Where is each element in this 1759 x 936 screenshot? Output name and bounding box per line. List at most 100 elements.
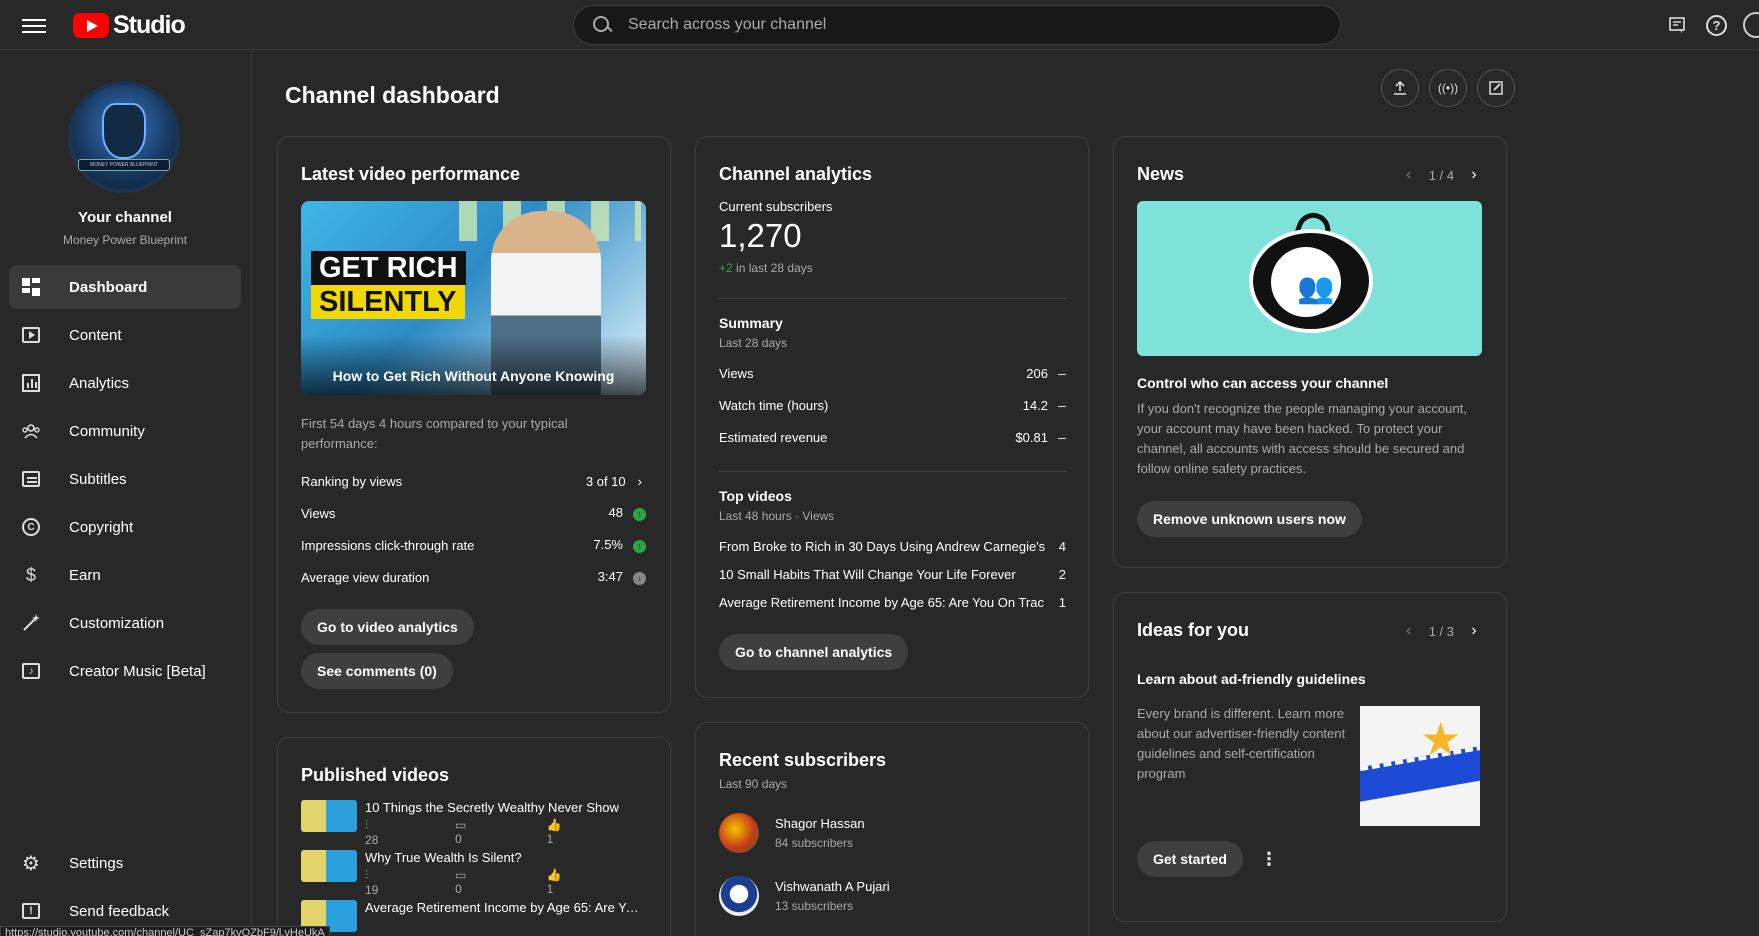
subscriber-row[interactable]: Shagor Hassan 84 subscribers (719, 813, 1019, 855)
avatar-banner: MONEY POWER BLUEPRINT (78, 159, 170, 171)
subscriber-count: 13 subscribers (775, 899, 854, 913)
summary-period: Last 28 days (719, 336, 788, 350)
sidebar-item-analytics[interactable]: Analytics (9, 361, 241, 405)
metric-value-wrap: 48 ↑ (609, 505, 646, 521)
search-input[interactable] (628, 16, 1340, 34)
sidebar-item-label: Settings (69, 854, 124, 872)
summary-label: Views (719, 365, 754, 381)
browser-status-bar: https://studio.youtube.com/channel/UC_sZ… (0, 926, 330, 936)
video-title: Average Retirement Income by Age 65: Are… (365, 900, 645, 915)
top-videos-period: Last 48 hours · Views (719, 509, 835, 523)
channel-name: Money Power Blueprint (62, 233, 188, 247)
chevron-left-icon[interactable]: ‹ (1399, 622, 1419, 640)
go-to-channel-analytics-button[interactable]: Go to channel analytics (719, 634, 909, 670)
likes-stat: 👍 1 (547, 868, 613, 897)
remove-unknown-users-button[interactable]: Remove unknown users now (1137, 501, 1362, 537)
metric-value: 7.5% (593, 537, 623, 553)
sidebar-item-label: Content (69, 326, 122, 344)
content-icon (21, 325, 41, 345)
subscriber-row[interactable]: Vishwanath A Pujari 13 subscribers (719, 876, 1019, 918)
summary-value: 206 (1026, 365, 1048, 381)
metric-row-ranking[interactable]: Ranking by views 3 of 10 › (301, 471, 646, 491)
upload-button[interactable] (1381, 69, 1419, 107)
ideas-pager: ‹ 1 / 3 › (1399, 622, 1484, 640)
summary-row-revenue: Estimated revenue $0.81 (719, 427, 1066, 447)
top-video-row[interactable]: Average Retirement Income by Age 65: Are… (719, 592, 1066, 612)
published-video-row[interactable]: 10 Things the Secretly Wealthy Never Sho… (301, 800, 641, 847)
top-icons: ? (1648, 12, 1759, 38)
chevron-left-icon[interactable]: ‹ (1399, 166, 1419, 184)
top-video-row[interactable]: 10 Small Habits That Will Change Your Li… (719, 564, 1066, 584)
published-video-row[interactable]: Average Retirement Income by Age 65: Are… (301, 900, 645, 936)
sidebar-item-settings[interactable]: ⚙ Settings (9, 841, 241, 885)
see-comments-button[interactable]: See comments (0) (301, 653, 453, 689)
help-icon[interactable]: ? (1706, 14, 1727, 36)
published-video-row[interactable]: Why True Wealth Is Silent? ⫶ 19 ▭ 0 👍 1 (301, 850, 641, 897)
analytics-icon (21, 373, 41, 393)
sidebar-item-label: Subtitles (69, 470, 127, 488)
more-options-icon[interactable]: ⋮ (1260, 849, 1278, 870)
summary-value-wrap: 14.2 (1023, 398, 1066, 413)
top-video-row[interactable]: From Broke to Rich in 30 Days Using Andr… (719, 536, 1066, 556)
sidebar-item-creator-music[interactable]: ♪ Creator Music [Beta] (9, 649, 241, 693)
sidebar-item-subtitles[interactable]: Subtitles (9, 457, 241, 501)
top-video-title: 10 Small Habits That Will Change Your Li… (719, 566, 1016, 582)
views-count: 19 (365, 883, 379, 897)
music-icon: ♪ (21, 661, 41, 681)
likes-count: 1 (546, 882, 554, 896)
comments-stat: ▭ 0 (455, 818, 518, 847)
thumbnail-shade (301, 335, 646, 395)
comments-count: 0 (455, 832, 462, 846)
likes-stat: 👍 1 (547, 818, 613, 847)
subscribers-change-suffix: in last 28 days (736, 261, 813, 275)
sidebar-item-label: Creator Music [Beta] (69, 662, 206, 680)
main-content: Channel dashboard ((•)) Latest video per… (253, 51, 1759, 936)
sidebar-item-customization[interactable]: Customization (9, 601, 241, 645)
comments-stat: ▭ 0 (455, 868, 518, 897)
arrow-down-icon: ↓ (633, 571, 646, 585)
summary-label: Watch time (hours) (719, 397, 829, 413)
divider (719, 471, 1066, 472)
get-started-button[interactable]: Get started (1137, 841, 1243, 877)
top-video-views: 1 (1058, 594, 1066, 610)
views-stat: ⫶ 28 (365, 818, 427, 847)
recent-subscribers-card: Recent subscribers Last 90 days Shagor H… (695, 722, 1089, 936)
search-bar[interactable] (573, 5, 1341, 45)
metric-value-wrap: 3 of 10 › (586, 474, 642, 489)
channel-analytics-card: Channel analytics Current subscribers 1,… (695, 136, 1089, 698)
ideas-headline: Learn about ad-friendly guidelines (1137, 671, 1366, 687)
sidebar-item-copyright[interactable]: C Copyright (9, 505, 241, 549)
metric-label: Average view duration (301, 569, 430, 585)
sidebar-item-community[interactable]: Community (9, 409, 241, 453)
card-title: Latest video performance (301, 164, 521, 184)
menu-icon[interactable] (22, 15, 46, 35)
latest-video-card: Latest video performance GET RICH SILENT… (277, 136, 671, 713)
video-title: 10 Things the Secretly Wealthy Never Sho… (365, 800, 619, 815)
card-title: Recent subscribers (719, 750, 887, 770)
channel-avatar[interactable]: MONEY POWER BLUEPRINT (68, 81, 180, 193)
search-icon[interactable] (592, 15, 612, 35)
create-post-button[interactable] (1477, 69, 1515, 107)
sidebar-item-content[interactable]: Content (9, 313, 241, 357)
chevron-right-icon[interactable]: › (1464, 622, 1484, 640)
metric-value: 48 (608, 505, 623, 521)
sidebar-item-earn[interactable]: $ Earn (9, 553, 241, 597)
views-icon: ⫶ (365, 868, 369, 882)
ideas-page-indicator: 1 / 3 (1428, 623, 1454, 639)
chevron-right-icon[interactable]: › (1464, 166, 1484, 184)
summary-value: 14.2 (1022, 397, 1048, 413)
account-avatar[interactable] (1743, 12, 1759, 38)
latest-video-thumbnail[interactable]: GET RICH SILENTLY How to Get Rich Withou… (301, 201, 646, 395)
messages-icon[interactable] (1664, 12, 1690, 38)
sidebar-item-label: Analytics (69, 374, 130, 392)
thumbs-up-icon: 👍 (546, 818, 562, 832)
sidebar-item-dashboard[interactable]: Dashboard (9, 265, 241, 309)
summary-title: Summary (719, 315, 783, 331)
subscriber-name: Shagor Hassan (775, 816, 865, 831)
go-to-video-analytics-button[interactable]: Go to video analytics (301, 609, 474, 645)
gear-icon: ⚙ (22, 852, 40, 875)
go-live-button[interactable]: ((•)) (1429, 69, 1467, 107)
ideas-card: Ideas for you ‹ 1 / 3 › Learn about ad-f… (1113, 592, 1507, 922)
sidebar-bottom-nav: ⚙ Settings ! Send feedback (9, 841, 241, 936)
studio-logo[interactable]: Studio (73, 11, 186, 39)
